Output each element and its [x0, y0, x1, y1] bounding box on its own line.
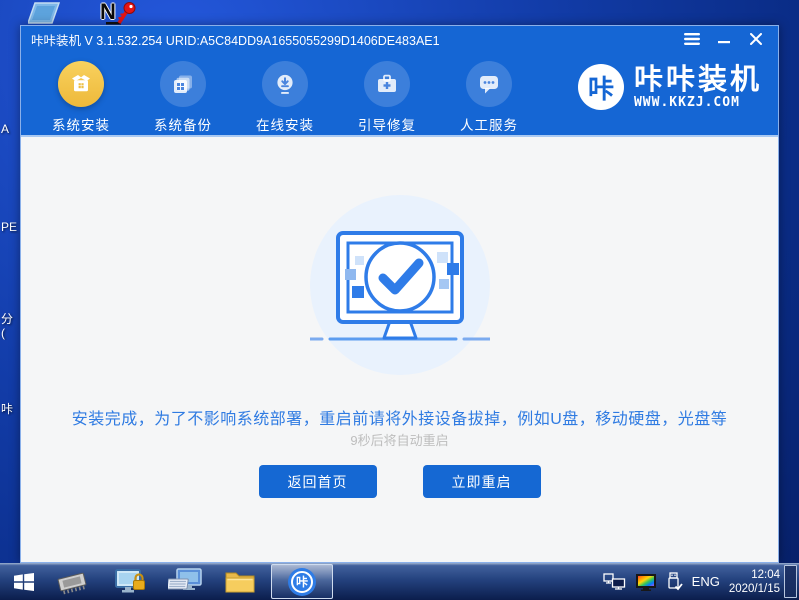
- window-title: 咔咔装机 V 3.1.532.254 URID:A5C84DD9A1655055…: [31, 30, 672, 49]
- nav-item-label: 人工服务: [460, 118, 518, 133]
- clock-date: 2020/1/15: [729, 582, 780, 596]
- monitor-lock-icon: [112, 567, 148, 597]
- desktop-icon-label-fragment[interactable]: PE: [1, 220, 20, 234]
- laptop-icon: [28, 2, 60, 24]
- menu-button[interactable]: [680, 29, 704, 49]
- desktop-icon-label-fragment[interactable]: 分 (: [1, 312, 20, 340]
- language-indicator[interactable]: ENG: [692, 574, 720, 589]
- nav-item-boot-repair[interactable]: 引导修复: [348, 61, 426, 135]
- nav-item-human-service[interactable]: 人工服务: [450, 61, 528, 135]
- hamburger-menu-icon: [684, 33, 700, 45]
- action-buttons: 返回首页 立即重启: [21, 465, 778, 498]
- restart-now-button[interactable]: 立即重启: [423, 465, 541, 498]
- install-box-icon: [58, 61, 104, 107]
- nav-item-system-backup[interactable]: 系统备份: [144, 61, 222, 135]
- kaka-app-icon: 咔: [291, 571, 313, 593]
- folder-icon: [224, 569, 256, 595]
- brand-url: WWW.KKZJ.COM: [634, 95, 762, 110]
- backup-windows-icon: [160, 61, 206, 107]
- brand-logo-icon: 咔: [578, 64, 624, 110]
- start-button[interactable]: [6, 563, 42, 600]
- window-content: 安装完成，为了不影响系统部署，重启前请将外接设备拔掉，例如U盘，移动硬盘，光盘等…: [21, 137, 778, 562]
- taskbar-remote-desktop-tool-icon[interactable]: [164, 563, 208, 600]
- countdown-text: 9秒后将自动重启: [21, 430, 778, 449]
- completion-message: 安装完成，为了不影响系统部署，重启前请将外接设备拔掉，例如U盘，移动硬盘，光盘等: [21, 405, 778, 429]
- repair-toolbox-icon: [364, 61, 410, 107]
- nav-item-label: 系统安装: [52, 118, 110, 133]
- desktop-netkeeper-icon[interactable]: N: [100, 1, 142, 27]
- system-tray: ENG 12:04 2020/1/15: [603, 563, 780, 600]
- show-desktop-button[interactable]: [784, 565, 797, 598]
- taskbar-clock[interactable]: 12:04 2020/1/15: [729, 568, 780, 596]
- close-button[interactable]: [744, 29, 768, 49]
- brand-logo: 咔 咔咔装机 WWW.KKZJ.COM: [578, 64, 762, 110]
- desktop-icon-label-fragment[interactable]: A: [1, 122, 20, 136]
- chip-icon: [54, 568, 90, 596]
- nav-item-online-install[interactable]: 在线安装: [246, 61, 324, 135]
- network-tray-icon[interactable]: [603, 573, 626, 590]
- chat-service-icon: [466, 61, 512, 107]
- usb-device-tray-icon[interactable]: [666, 572, 683, 591]
- window-titlebar: 咔咔装机 V 3.1.532.254 URID:A5C84DD9A1655055…: [21, 26, 778, 52]
- taskbar-cpu-tool-icon[interactable]: [52, 563, 92, 600]
- desktop-icon-label-fragment[interactable]: 咔: [1, 402, 20, 416]
- taskbar: 咔 ENG: [0, 563, 799, 600]
- brand-name: 咔咔装机: [634, 65, 762, 95]
- minimize-icon: [718, 33, 730, 45]
- download-circle-icon: [262, 61, 308, 107]
- red-key-icon: [100, 1, 142, 27]
- windows-logo-icon: [11, 571, 37, 593]
- nav-item-label: 系统备份: [154, 118, 212, 133]
- nav-item-label: 引导修复: [358, 118, 416, 133]
- minimize-button[interactable]: [712, 29, 736, 49]
- nav-item-system-install[interactable]: 系统安装: [42, 61, 120, 135]
- window-nav: 系统安装 系统备份: [21, 52, 778, 137]
- install-complete-illustration: [310, 195, 490, 375]
- taskbar-file-explorer-icon[interactable]: [220, 563, 260, 600]
- nav-item-label: 在线安装: [256, 118, 314, 133]
- monitor-keyboard-icon: [168, 567, 204, 597]
- display-settings-tray-icon[interactable]: [635, 573, 657, 591]
- close-icon: [750, 33, 762, 45]
- taskbar-screen-lock-tool-icon[interactable]: [108, 563, 152, 600]
- return-home-button[interactable]: 返回首页: [259, 465, 377, 498]
- taskbar-active-app-kaka[interactable]: 咔: [271, 564, 333, 599]
- clock-time: 12:04: [729, 568, 780, 582]
- installer-window: 咔咔装机 V 3.1.532.254 URID:A5C84DD9A1655055…: [20, 25, 779, 563]
